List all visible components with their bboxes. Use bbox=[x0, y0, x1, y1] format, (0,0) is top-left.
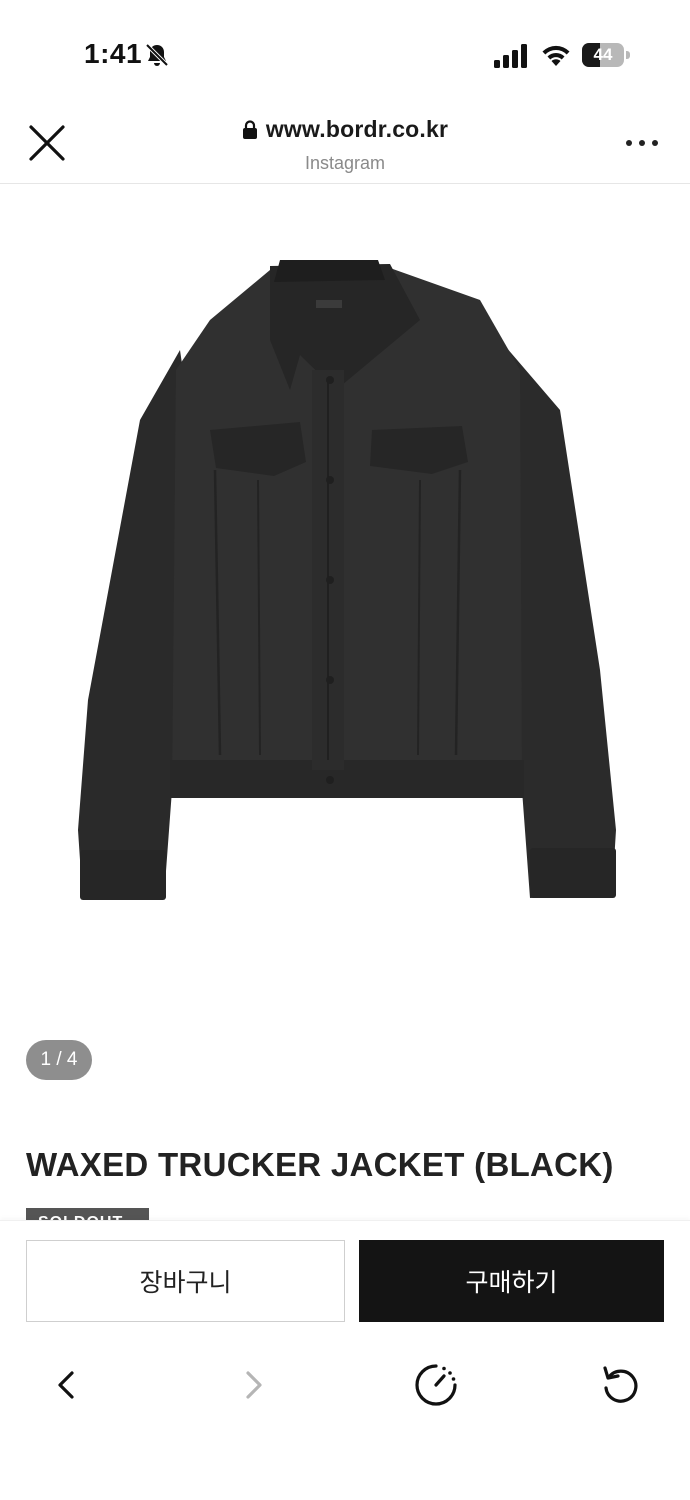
jacket-image[interactable] bbox=[60, 230, 640, 920]
forward-icon[interactable] bbox=[228, 1360, 278, 1410]
image-page-indicator: 1 / 4 bbox=[26, 1040, 92, 1080]
buy-now-button[interactable]: 구매하기 bbox=[359, 1240, 664, 1322]
status-bar: 1:41 44 bbox=[0, 0, 690, 100]
wifi-icon bbox=[542, 45, 570, 66]
cellular-signal-icon bbox=[494, 44, 527, 68]
back-icon[interactable] bbox=[42, 1360, 92, 1410]
reload-icon[interactable] bbox=[596, 1360, 646, 1410]
source-label: Instagram bbox=[304, 152, 386, 173]
lock-icon bbox=[242, 119, 257, 139]
speed-icon[interactable] bbox=[411, 1360, 461, 1410]
status-time: 1:41 bbox=[84, 38, 143, 69]
browser-toolbar bbox=[0, 1340, 690, 1500]
more-options-icon[interactable] bbox=[626, 140, 658, 150]
add-to-cart-button[interactable]: 장바구니 bbox=[26, 1240, 345, 1322]
browser-header: www.bordr.co.kr Instagram bbox=[0, 100, 690, 184]
bell-off-icon bbox=[145, 43, 169, 67]
product-title: WAXED TRUCKER JACKET (BLACK) bbox=[26, 1146, 614, 1183]
address-bar[interactable]: www.bordr.co.kr Instagram bbox=[0, 116, 690, 174]
battery-level: 44 bbox=[593, 45, 613, 64]
battery-icon: 44 bbox=[582, 43, 630, 67]
purchase-action-bar: 장바구니 구매하기 bbox=[0, 1220, 690, 1340]
url-text: www.bordr.co.kr bbox=[265, 116, 449, 142]
